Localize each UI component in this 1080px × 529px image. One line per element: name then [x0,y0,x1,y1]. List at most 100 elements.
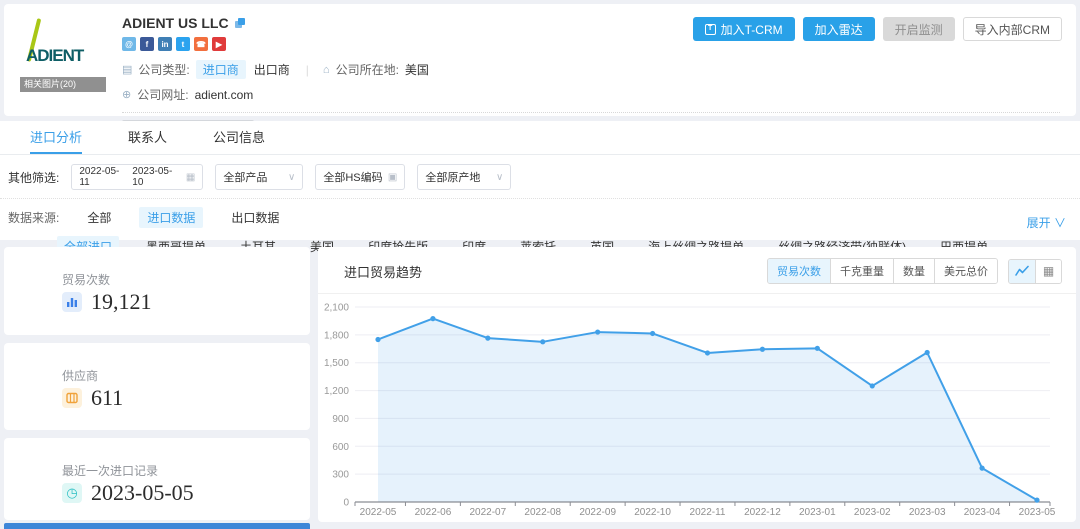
company-header-card: ADIENT 相关图片(20) ADIENT US LLC @ f in t ☎… [4,4,1076,116]
clock-icon: ◷ [62,483,82,503]
suppliers-card: 供应商 611 [4,343,310,430]
view-toggle-group: ▦ [1008,259,1062,284]
related-images-label[interactable]: 相关图片(20) [20,77,106,92]
add-to-radar-button[interactable]: 加入雷达 [803,17,875,41]
tab-company-info[interactable]: 公司信息 [213,121,265,154]
youtube-icon[interactable]: ▶ [212,37,226,51]
add-to-radar-label: 加入雷达 [815,21,863,38]
svg-text:300: 300 [332,470,349,481]
trend-chart[interactable]: 0 300 600 900 1,200 1,500 1,800 2,100 2022-05 202… [318,294,1076,524]
hs-code-input[interactable]: 全部HS编码 ▣ [315,164,405,190]
filters-section: 进口分析 联系人 公司信息 其他筛选: 2022-05-11 2023-05-1… [0,121,1080,240]
svg-text:2022-12: 2022-12 [744,507,781,518]
svg-text:2022-06: 2022-06 [415,507,452,518]
date-range-input[interactable]: 2022-05-11 2023-05-10 ▦ [71,164,203,190]
svg-text:900: 900 [332,414,349,425]
import-trend-card: 进口贸易趋势 贸易次数千克重量数量美元总价 ▦ 0 300 600 900 1,200 1… [318,247,1076,522]
dotted-divider [122,112,1060,113]
metric-toggle[interactable]: 美元总价 [934,259,997,283]
website-value[interactable]: adient.com [195,88,254,102]
add-to-tcrm-label: 加入T-CRM [721,21,783,38]
supplier-icon [62,388,82,408]
location-icon: ⌂ [323,64,330,76]
tab-import-analysis[interactable]: 进口分析 [30,121,82,154]
import-crm-button[interactable]: 导入内部CRM [963,17,1062,41]
metric-toggle[interactable]: 千克重量 [830,259,893,283]
import-crm-label: 导入内部CRM [975,21,1050,38]
enable-monitor-button[interactable]: 开启监测 [883,17,955,41]
svg-text:2023-02: 2023-02 [854,507,891,518]
suppliers-value: 611 [91,385,123,411]
website-icon[interactable]: @ [122,37,136,51]
svg-text:2022-11: 2022-11 [690,507,726,518]
globe-icon: ⊕ [122,88,131,101]
svg-text:1,500: 1,500 [324,358,349,369]
svg-text:2023-03: 2023-03 [909,507,946,518]
website-label: 公司网址: [137,86,188,103]
trade-count-value: 19,121 [91,289,152,315]
svg-text:2023-05: 2023-05 [1019,507,1056,518]
source-option-export[interactable]: 出口数据 [223,207,287,228]
tcrm-icon: T [705,24,716,35]
calendar-icon: ▦ [186,172,195,183]
chevron-down-icon: ∨ [288,172,295,183]
exporter-tag[interactable]: 出口商 [252,60,292,79]
table-view-icon[interactable]: ▦ [1035,260,1061,283]
trade-count-label: 贸易次数 [62,271,110,288]
expand-label: 展开 [1027,216,1051,230]
other-filters-label: 其他筛选: [8,169,59,186]
date-end-value: 2023-05-10 [132,166,182,188]
location-value: 美国 [405,61,429,78]
chevron-down-icon: ∨ [1054,216,1066,230]
hs-code-value: 全部HS编码 [323,169,382,185]
importer-tag[interactable]: 进口商 [196,60,246,79]
source-option-import[interactable]: 进口数据 [139,207,203,228]
last-import-label: 最近一次进口记录 [62,462,158,479]
metric-toggle[interactable]: 数量 [893,259,934,283]
suppliers-label: 供应商 [62,367,98,384]
origin-select[interactable]: 全部原产地 ∨ [417,164,511,190]
bar-chart-icon [62,292,82,312]
panel-icon: ▣ [388,172,397,183]
last-import-value: 2023-05-05 [91,480,194,506]
company-logo: ADIENT 相关图片(20) [20,14,106,92]
svg-text:1,200: 1,200 [324,386,349,397]
svg-text:0: 0 [343,498,349,509]
add-to-tcrm-button[interactable]: T 加入T-CRM [693,17,795,41]
svg-text:1,800: 1,800 [324,330,349,341]
product-select[interactable]: 全部产品 ∨ [215,164,303,190]
tab-contacts[interactable]: 联系人 [128,121,167,154]
logo-text: ADIENT [26,46,83,66]
svg-text:2,100: 2,100 [324,303,349,314]
chevron-down-icon: ∨ [496,172,503,183]
linkedin-icon[interactable]: in [158,37,172,51]
company-type-icon: ▤ [122,63,132,76]
company-name: ADIENT US LLC [122,15,229,31]
enable-monitor-label: 开启监测 [895,21,943,38]
next-panel-edge [4,523,310,529]
svg-text:2022-05: 2022-05 [360,507,397,518]
svg-text:2023-01: 2023-01 [799,507,836,518]
product-select-value: 全部产品 [223,169,267,185]
line-chart-icon[interactable] [1009,260,1035,283]
copy-icon[interactable] [235,18,246,29]
twitter-icon[interactable]: t [176,37,190,51]
company-type-label: 公司类型: [138,61,189,78]
chart-title: 进口贸易趋势 [344,262,422,281]
svg-text:600: 600 [332,442,349,453]
trade-count-card: 贸易次数 19,121 [4,247,310,335]
phone-icon[interactable]: ☎ [194,37,208,51]
metric-toggle[interactable]: 贸易次数 [768,259,830,283]
origin-select-value: 全部原产地 [425,169,480,185]
divider: | [306,63,309,77]
date-start-value: 2022-05-11 [79,166,128,188]
svg-text:2022-08: 2022-08 [524,507,561,518]
svg-text:2022-10: 2022-10 [634,507,671,518]
metric-toggle-group: 贸易次数千克重量数量美元总价 [767,258,998,284]
expand-link[interactable]: 展开 ∨ [1027,214,1066,231]
last-import-card: 最近一次进口记录 ◷ 2023-05-05 [4,438,310,520]
svg-text:2022-09: 2022-09 [579,507,616,518]
source-option-all[interactable]: 全部 [79,207,119,228]
facebook-icon[interactable]: f [140,37,154,51]
svg-text:2023-04: 2023-04 [964,507,1001,518]
